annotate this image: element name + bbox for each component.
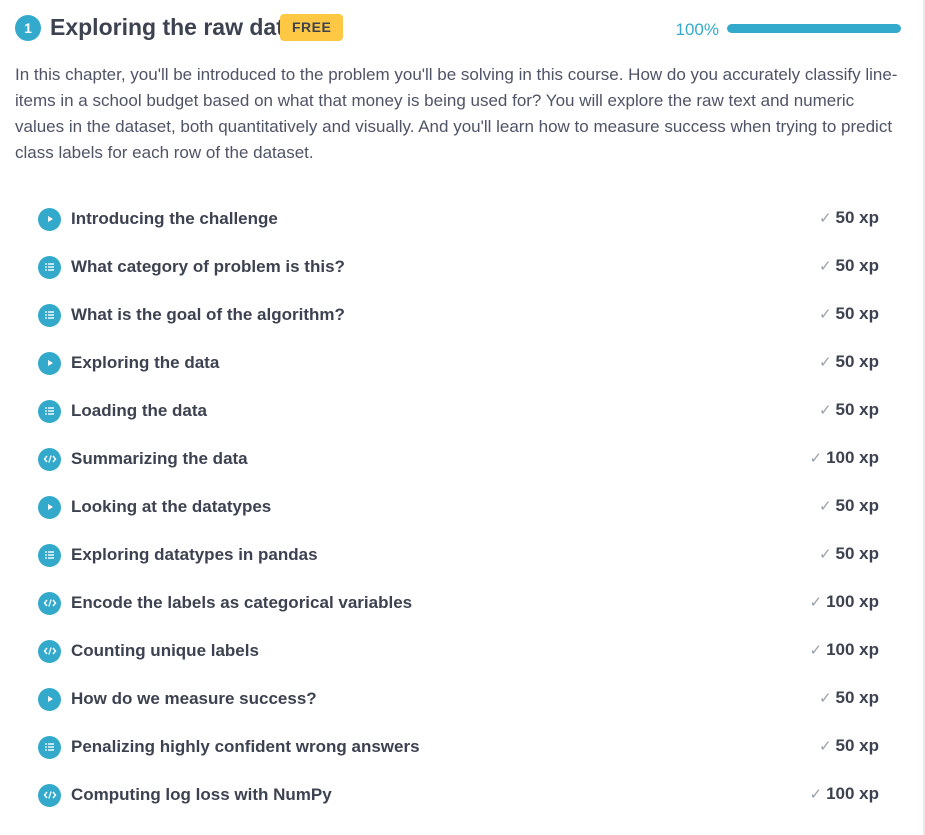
exercise-xp: ✓ 50 xp: [819, 688, 879, 708]
check-icon: ✓: [809, 594, 823, 611]
list-icon: [38, 303, 61, 327]
exercise-title[interactable]: Looking at the datatypes: [71, 497, 271, 517]
exercise-row[interactable]: Looking at the datatypes ✓ 50 xp: [38, 483, 879, 531]
list-icon: [38, 255, 61, 279]
code-icon: [38, 783, 61, 807]
code-icon: [38, 447, 61, 471]
exercise-title[interactable]: What is the goal of the algorithm?: [71, 305, 345, 325]
check-icon: ✓: [818, 690, 832, 707]
exercise-xp: ✓ 100 xp: [809, 640, 879, 660]
xp-value: 50 xp: [835, 256, 879, 275]
exercise-row[interactable]: Counting unique labels ✓ 100 xp: [38, 627, 879, 675]
check-icon: ✓: [818, 738, 832, 755]
exercise-row[interactable]: Exploring datatypes in pandas ✓ 50 xp: [38, 531, 879, 579]
xp-value: 50 xp: [835, 688, 879, 707]
exercise-title[interactable]: What category of problem is this?: [71, 257, 345, 277]
exercise-xp: ✓ 100 xp: [809, 592, 879, 612]
check-icon: ✓: [818, 402, 832, 419]
xp-value: 100 xp: [826, 784, 879, 803]
xp-value: 100 xp: [826, 640, 879, 659]
xp-value: 50 xp: [835, 400, 879, 419]
code-icon: [38, 639, 61, 663]
play-icon: [38, 351, 61, 375]
exercise-row[interactable]: Encode the labels as categorical variabl…: [38, 579, 879, 627]
free-badge: FREE: [280, 14, 344, 41]
exercise-row[interactable]: How do we measure success? ✓ 50 xp: [38, 675, 879, 723]
list-icon: [38, 735, 61, 759]
check-icon: ✓: [818, 498, 832, 515]
exercise-title[interactable]: Introducing the challenge: [71, 209, 278, 229]
check-icon: ✓: [818, 354, 832, 371]
exercise-xp: ✓ 50 xp: [819, 208, 879, 228]
exercise-xp: ✓ 50 xp: [819, 496, 879, 516]
exercise-title[interactable]: How do we measure success?: [71, 689, 317, 709]
xp-value: 50 xp: [835, 352, 879, 371]
exercise-title[interactable]: Computing log loss with NumPy: [71, 785, 332, 805]
exercise-row[interactable]: Introducing the challenge ✓ 50 xp: [38, 195, 879, 243]
exercise-title[interactable]: Counting unique labels: [71, 641, 259, 661]
check-icon: ✓: [809, 642, 823, 659]
exercise-row[interactable]: What is the goal of the algorithm? ✓ 50 …: [38, 291, 879, 339]
check-icon: ✓: [809, 786, 823, 803]
exercise-title[interactable]: Summarizing the data: [71, 449, 248, 469]
exercise-xp: ✓ 100 xp: [809, 784, 879, 804]
play-icon: [38, 207, 61, 231]
exercise-row[interactable]: Loading the data ✓ 50 xp: [38, 387, 879, 435]
play-icon: [38, 687, 61, 711]
progress-bar: [727, 24, 901, 33]
xp-value: 100 xp: [826, 592, 879, 611]
exercise-xp: ✓ 50 xp: [819, 400, 879, 420]
check-icon: ✓: [809, 450, 823, 467]
xp-value: 50 xp: [835, 736, 879, 755]
exercise-xp: ✓ 50 xp: [819, 352, 879, 372]
progress-fill: [727, 24, 901, 33]
exercise-title[interactable]: Penalizing highly confident wrong answer…: [71, 737, 420, 757]
exercise-title[interactable]: Loading the data: [71, 401, 207, 421]
check-icon: ✓: [818, 210, 832, 227]
exercise-row[interactable]: Penalizing highly confident wrong answer…: [38, 723, 879, 771]
exercise-xp: ✓ 100 xp: [809, 448, 879, 468]
exercise-xp: ✓ 50 xp: [819, 256, 879, 276]
exercise-list: Introducing the challenge ✓ 50 xp What c…: [38, 195, 879, 819]
check-icon: ✓: [818, 546, 832, 563]
xp-value: 50 xp: [835, 208, 879, 227]
chapter-title[interactable]: Exploring the raw data: [50, 13, 297, 41]
chapter-header: 1 Exploring the raw data FREE 100%: [15, 12, 901, 44]
progress-percentage: 100%: [675, 20, 719, 39]
check-icon: ✓: [818, 306, 832, 323]
exercise-row[interactable]: Computing log loss with NumPy ✓ 100 xp: [38, 771, 879, 819]
code-icon: [38, 591, 61, 615]
exercise-row[interactable]: Summarizing the data ✓ 100 xp: [38, 435, 879, 483]
chapter-number-badge: 1: [15, 15, 41, 41]
chapter-description: In this chapter, you'll be introduced to…: [15, 65, 898, 162]
xp-value: 50 xp: [835, 544, 879, 563]
exercise-xp: ✓ 50 xp: [819, 736, 879, 756]
exercise-title[interactable]: Exploring the data: [71, 353, 219, 373]
exercise-row[interactable]: Exploring the data ✓ 50 xp: [38, 339, 879, 387]
check-icon: ✓: [818, 258, 832, 275]
exercise-title[interactable]: Exploring datatypes in pandas: [71, 545, 318, 565]
xp-value: 100 xp: [826, 448, 879, 467]
list-icon: [38, 543, 61, 567]
xp-value: 50 xp: [835, 496, 879, 515]
exercise-xp: ✓ 50 xp: [819, 304, 879, 324]
exercise-xp: ✓ 50 xp: [819, 544, 879, 564]
xp-value: 50 xp: [835, 304, 879, 323]
play-icon: [38, 495, 61, 519]
list-icon: [38, 399, 61, 423]
exercise-title[interactable]: Encode the labels as categorical variabl…: [71, 593, 412, 613]
exercise-row[interactable]: What category of problem is this? ✓ 50 x…: [38, 243, 879, 291]
